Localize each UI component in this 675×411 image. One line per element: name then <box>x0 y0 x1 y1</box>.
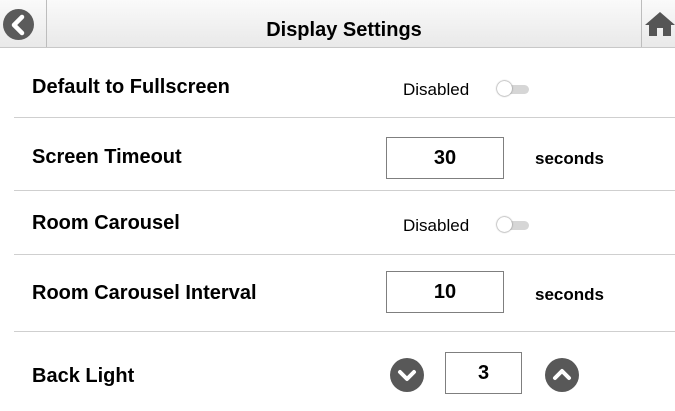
carousel-interval-label: Room Carousel Interval <box>32 282 257 304</box>
divider <box>14 254 675 255</box>
chevron-up-icon <box>553 369 571 380</box>
fullscreen-label: Default to Fullscreen <box>32 76 230 98</box>
toggle-knob <box>497 217 512 232</box>
divider <box>14 331 675 332</box>
fullscreen-toggle[interactable] <box>495 81 535 97</box>
screen-timeout-label: Screen Timeout <box>32 146 182 168</box>
room-carousel-toggle[interactable] <box>495 217 535 233</box>
back-light-increase-button[interactable] <box>545 358 579 392</box>
screen-timeout-unit: seconds <box>535 149 604 168</box>
carousel-interval-input[interactable]: 10 <box>386 271 504 313</box>
screen-timeout-input[interactable]: 30 <box>386 137 504 179</box>
back-light-value[interactable]: 3 <box>445 352 522 394</box>
page-title: Display Settings <box>266 19 422 41</box>
divider <box>14 190 675 191</box>
back-button[interactable] <box>0 0 47 47</box>
home-icon <box>645 12 675 36</box>
room-carousel-state: Disabled <box>403 216 470 235</box>
chevron-left-icon <box>11 14 25 36</box>
divider <box>14 117 675 118</box>
back-light-label: Back Light <box>32 365 135 387</box>
home-button[interactable] <box>641 0 675 47</box>
back-light-decrease-button[interactable] <box>390 358 424 392</box>
header-bar: Display Settings <box>0 0 675 48</box>
fullscreen-state: Disabled <box>403 80 470 99</box>
chevron-down-icon <box>398 370 416 381</box>
carousel-interval-unit: seconds <box>535 285 604 304</box>
toggle-knob <box>497 81 512 96</box>
room-carousel-label: Room Carousel <box>32 212 180 234</box>
